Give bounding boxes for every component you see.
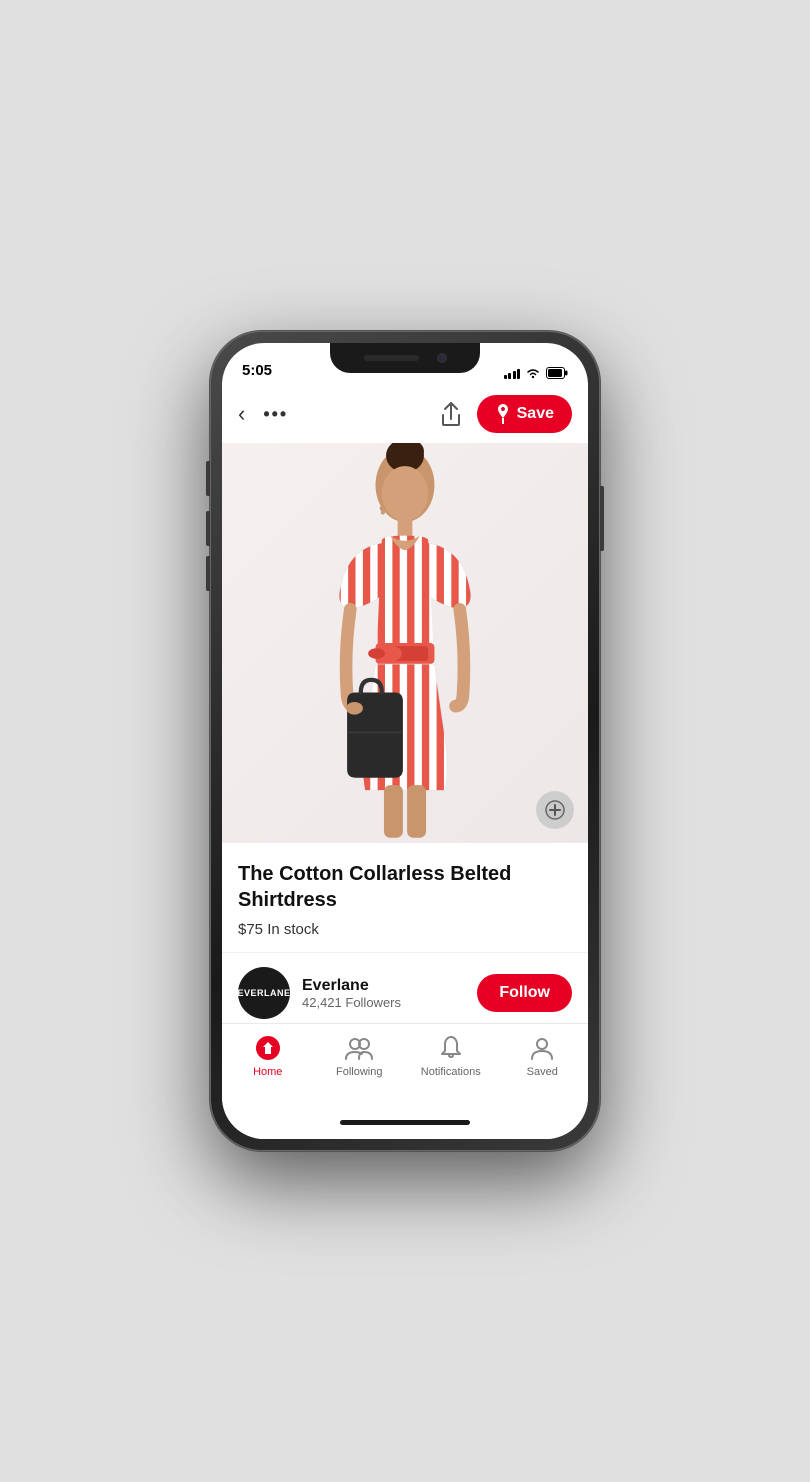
tab-saved-label: Saved xyxy=(527,1066,558,1078)
follow-button[interactable]: Follow xyxy=(477,974,572,1012)
brand-left: EVERLANE Everlane 42,421 Followers xyxy=(238,967,401,1019)
save-button[interactable]: Save xyxy=(477,395,572,433)
phone-frame: 5:05 xyxy=(210,331,600,1151)
back-button[interactable]: ‹ xyxy=(238,401,245,427)
status-time: 5:05 xyxy=(242,362,272,379)
product-price: $75 In stock xyxy=(238,921,572,938)
profile-icon xyxy=(530,1035,554,1061)
notifications-tab-icon xyxy=(437,1034,465,1062)
following-tab-icon xyxy=(345,1034,373,1062)
more-button[interactable]: ••• xyxy=(263,404,288,425)
share-icon xyxy=(440,401,462,427)
status-icons xyxy=(504,367,569,379)
share-button[interactable] xyxy=(437,400,465,428)
brand-info: Everlane 42,421 Followers xyxy=(302,977,401,1010)
tab-notifications[interactable]: Notifications xyxy=(405,1034,497,1078)
nav-left: ‹ ••• xyxy=(238,401,288,427)
saved-tab-icon xyxy=(528,1034,556,1062)
pin-icon xyxy=(495,404,511,424)
brand-row: EVERLANE Everlane 42,421 Followers Follo… xyxy=(222,952,588,1023)
top-nav: ‹ ••• Save xyxy=(222,387,588,443)
tab-following[interactable]: Following xyxy=(314,1034,406,1078)
tab-home-label: Home xyxy=(253,1066,282,1078)
expand-icon xyxy=(545,800,565,820)
home-bar xyxy=(340,1120,470,1125)
product-image-container xyxy=(222,443,588,843)
phone-notch xyxy=(330,343,480,373)
tab-notifications-label: Notifications xyxy=(421,1066,481,1078)
tab-home[interactable]: Home xyxy=(222,1034,314,1078)
battery-icon xyxy=(546,367,568,379)
expand-button[interactable] xyxy=(536,791,574,829)
home-indicator xyxy=(222,1105,588,1139)
tab-bar: Home Following xyxy=(222,1023,588,1105)
content-scroll[interactable]: The Cotton Collarless Belted Shirtdress … xyxy=(222,443,588,1023)
product-info: The Cotton Collarless Belted Shirtdress … xyxy=(222,843,588,952)
tab-saved[interactable]: Saved xyxy=(497,1034,589,1078)
phone-screen: 5:05 xyxy=(222,343,588,1139)
notch-camera xyxy=(437,353,447,363)
brand-name: Everlane xyxy=(302,977,401,995)
brand-avatar-text: EVERLANE xyxy=(238,987,290,1000)
wifi-icon xyxy=(525,367,541,379)
nav-right: Save xyxy=(437,395,572,433)
home-tab-icon xyxy=(254,1034,282,1062)
brand-avatar[interactable]: EVERLANE xyxy=(238,967,290,1019)
home-icon xyxy=(255,1035,281,1061)
brand-followers: 42,421 Followers xyxy=(302,995,401,1010)
dress-illustration xyxy=(222,443,588,843)
tab-following-label: Following xyxy=(336,1066,382,1078)
product-image xyxy=(222,443,588,843)
following-icon xyxy=(345,1035,373,1061)
bell-icon xyxy=(439,1035,463,1061)
signal-icon xyxy=(504,367,521,379)
product-title: The Cotton Collarless Belted Shirtdress xyxy=(238,861,572,913)
notch-speaker xyxy=(364,355,419,361)
